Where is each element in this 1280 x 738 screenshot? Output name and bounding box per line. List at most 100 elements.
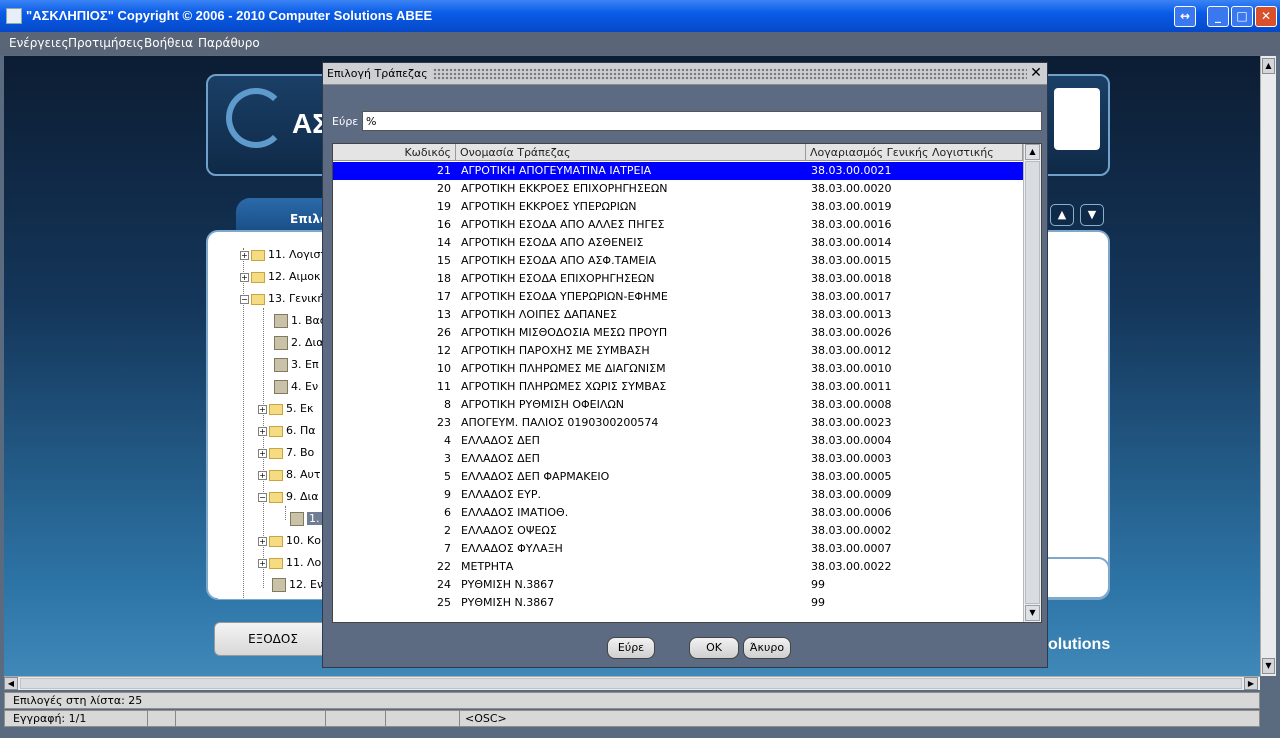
table-row[interactable]: 17 ΑΓΡΟΤΙΚΗ ΕΣΟΔΑ ΥΠΕΡΩΡΙΩΝ-ΕΦΗΜΕ 38.03.00… [333,288,1023,306]
column-header-name[interactable]: Ονομασία Τράπεζας [456,144,806,161]
table-row-selected[interactable]: 21 ΑΓΡΟΤΙΚΗ ΑΠΟΓΕΥΜΑΤΙΝΑ ΙΑΤΡΕΙΑ 38.03.00.… [333,162,1023,180]
cell-code: 23 [437,416,451,429]
status-list-count: Επιλογές στη λίστα: 25 [4,692,1260,709]
cancel-button[interactable]: Άκυρο [743,637,791,659]
close-button[interactable]: ✕ [1255,6,1277,27]
cell-bank-name: ΑΓΡΟΤΙΚΗ ΕΣΟΔΑ ΑΠΟ ΑΣΦ.ΤΑΜΕΙΑ [461,254,657,267]
scroll-thumb[interactable] [20,678,1242,689]
menu-actions[interactable]: Ενέργειες [9,36,69,50]
folder-icon [269,557,283,569]
scroll-up-icon[interactable]: ▲ [1025,144,1040,160]
logo-white-box [1054,88,1100,150]
table-row[interactable]: 12 ΑΓΡΟΤΙΚΗ ΠΑΡΟΧΗΣ ΜΕ ΣΥΜΒΑΣΗ 38.03.00.00… [333,342,1023,360]
list-scroll-thumb[interactable] [1025,161,1040,604]
exit-button[interactable]: ΕΞΟΔΟΣ [214,622,332,656]
ok-button[interactable]: OK [689,637,739,659]
cell-code: 22 [437,560,451,573]
expand-icon[interactable]: + [258,426,267,436]
table-row[interactable]: 5 ΕΛΛΑΔΟΣ ΔΕΠ ΦΑΡΜΑΚΕΙΟ 38.03.00.0005 [333,468,1023,486]
find-input[interactable] [362,111,1042,131]
minimize-button[interactable]: _ [1207,6,1229,27]
cell-code: 2 [444,524,451,537]
folder-open-icon [269,491,283,503]
scroll-up-icon[interactable]: ▲ [1262,58,1275,74]
menu-bar: Ενέργειες Προτιμήσεις Βοήθεια Παράθυρο [0,32,1280,55]
document-icon [274,380,288,394]
folder-icon [251,249,265,261]
dialog-title: Επιλογή Τράπεζας [327,67,428,80]
scroll-right-icon[interactable]: ▶ [1244,677,1258,690]
dialog-titlebar[interactable]: Επιλογή Τράπεζας ✕ [323,63,1047,85]
expand-icon[interactable]: + [258,536,267,546]
table-row[interactable]: 6 ΕΛΛΑΔΟΣ ΙΜΑΤΙΟΘ. 38.03.00.0006 [333,504,1023,522]
table-row[interactable]: 9 ΕΛΛΑΔΟΣ ΕΥΡ. 38.03.00.0009 [333,486,1023,504]
expand-icon[interactable]: + [240,272,249,282]
scroll-down-icon[interactable]: ▼ [1262,658,1275,674]
cell-bank-name: ΑΓΡΟΤΙΚΗ ΠΑΡΟΧΗΣ ΜΕ ΣΥΜΒΑΣΗ [461,344,650,357]
column-header-account[interactable]: Λογαριασμός Γενικής Λογιστικής [806,144,1023,161]
expand-icon[interactable]: + [240,250,249,260]
cell-bank-name: ΑΓΡΟΤΙΚΗ ΜΙΣΘΟΔΟΣΙΑ ΜΕΣΩ ΠΡΟΥΠ [461,326,668,339]
window-titlebar[interactable]: "ΑΣΚΛΗΠΙΟΣ" Copyright © 2006 - 2010 Comp… [0,0,1280,32]
table-row[interactable]: 22 ΜΕΤΡΗΤΑ 38.03.00.0022 [333,558,1023,576]
table-row[interactable]: 10 ΑΓΡΟΤΙΚΗ ΠΛΗΡΩΜΕΣ ΜΕ ΔΙΑΓΩΝΙΣΜ 38.03.00… [333,360,1023,378]
table-row[interactable]: 16 ΑΓΡΟΤΙΚΗ ΕΣΟΔΑ ΑΠΟ ΑΛΛΕΣ ΠΗΓΕΣ 38.03.00… [333,216,1023,234]
find-button[interactable]: Εύρε [607,637,655,659]
cell-code: 3 [444,452,451,465]
table-row[interactable]: 23 ΑΠΟΓΕΥΜ. ΠΑΛΙΟΣ 0190300200574 38.03.00.… [333,414,1023,432]
table-row[interactable]: 18 ΑΓΡΟΤΙΚΗ ΕΣΟΔΑ ΕΠΙΧΟΡΗΓΗΣΕΩΝ 38.03.00.0… [333,270,1023,288]
cell-code: 9 [444,488,451,501]
side-box [1044,557,1110,599]
expand-icon[interactable]: + [258,558,267,568]
cell-code: 25 [437,596,451,609]
cell-account: 38.03.00.0019 [811,200,892,213]
expand-icon[interactable]: + [258,404,267,414]
table-row[interactable]: 3 ΕΛΛΑΔΟΣ ΔΕΠ 38.03.00.0003 [333,450,1023,468]
folder-icon [251,271,265,283]
menu-window[interactable]: Παράθυρο [198,36,260,50]
table-row[interactable]: 14 ΑΓΡΟΤΙΚΗ ΕΣΟΔΑ ΑΠΟ ΑΣΘΕΝΕΙΣ 38.03.00.00… [333,234,1023,252]
restore-arrows-icon[interactable]: ↔ [1174,6,1196,27]
table-row[interactable]: 4 ΕΛΛΑΔΟΣ ΔΕΠ 38.03.00.0004 [333,432,1023,450]
nav-up-icon[interactable]: ▲ [1050,204,1074,226]
folder-icon [269,447,283,459]
expand-icon[interactable]: + [258,448,267,458]
table-row[interactable]: 7 ΕΛΛΑΔΟΣ ΦΥΛΑΞΗ 38.03.00.0007 [333,540,1023,558]
brand-logo: olutions [1048,636,1111,653]
menu-help[interactable]: Βοήθεια [144,36,193,50]
list-rows: 21 ΑΓΡΟΤΙΚΗ ΑΠΟΓΕΥΜΑΤΙΝΑ ΙΑΤΡΕΙΑ 38.03.00.… [333,162,1023,612]
cell-code: 7 [444,542,451,555]
document-icon [274,336,288,350]
table-row[interactable]: 13 ΑΓΡΟΤΙΚΗ ΛΟΙΠΕΣ ΔΑΠΑΝΕΣ 38.03.00.0013 [333,306,1023,324]
table-row[interactable]: 2 ΕΛΛΑΔΟΣ ΟΨΕΩΣ 38.03.00.0002 [333,522,1023,540]
cell-account: 38.03.00.0016 [811,218,892,231]
cell-bank-name: ΑΓΡΟΤΙΚΗ ΕΚΚΡΟΕΣ ΕΠΙΧΟΡΗΓΗΣΕΩΝ [461,182,668,195]
main-vertical-scrollbar[interactable]: ▲ ▼ [1260,56,1276,676]
cell-bank-name: ΑΠΟΓΕΥΜ. ΠΑΛΙΟΣ 0190300200574 [461,416,659,429]
table-row[interactable]: 15 ΑΓΡΟΤΙΚΗ ΕΣΟΔΑ ΑΠΟ ΑΣΦ.ΤΑΜΕΙΑ 38.03.00.… [333,252,1023,270]
main-horizontal-scrollbar[interactable]: ◀ ▶ [4,676,1260,690]
nav-down-icon[interactable]: ▼ [1080,204,1104,226]
find-label: Εύρε [332,115,359,128]
maximize-button[interactable]: □ [1231,6,1253,27]
collapse-icon[interactable]: − [258,492,267,502]
cell-account: 38.03.00.0009 [811,488,892,501]
table-row[interactable]: 26 ΑΓΡΟΤΙΚΗ ΜΙΣΘΟΔΟΣΙΑ ΜΕΣΩ ΠΡΟΥΠ 38.03.00… [333,324,1023,342]
dialog-close-icon[interactable]: ✕ [1027,65,1045,82]
list-scrollbar[interactable]: ▲ ▼ [1023,144,1041,622]
column-header-code[interactable]: Κωδικός [333,144,456,161]
table-row[interactable]: 24 ΡΥΘΜΙΣΗ Ν.3867 99 [333,576,1023,594]
expand-icon[interactable]: + [258,470,267,480]
table-row[interactable]: 20 ΑΓΡΟΤΙΚΗ ΕΚΚΡΟΕΣ ΕΠΙΧΟΡΗΓΗΣΕΩΝ 38.03.00… [333,180,1023,198]
cell-code: 21 [437,164,451,177]
collapse-icon[interactable]: − [240,294,249,304]
menu-preferences[interactable]: Προτιμήσεις [68,36,144,50]
cell-bank-name: ΑΓΡΟΤΙΚΗ ΑΠΟΓΕΥΜΑΤΙΝΑ ΙΑΤΡΕΙΑ [461,164,652,177]
scroll-down-icon[interactable]: ▼ [1025,605,1040,621]
table-row[interactable]: 19 ΑΓΡΟΤΙΚΗ ΕΚΚΡΟΕΣ ΥΠΕΡΩΡΙΩΝ 38.03.00.001… [333,198,1023,216]
scroll-left-icon[interactable]: ◀ [4,677,18,690]
table-row[interactable]: 25 ΡΥΘΜΙΣΗ Ν.3867 99 [333,594,1023,612]
table-row[interactable]: 11 ΑΓΡΟΤΙΚΗ ΠΛΗΡΩΜΕΣ ΧΩΡΙΣ ΣΥΜΒΑΣ 38.03.00… [333,378,1023,396]
table-row[interactable]: 8 ΑΓΡΟΤΙΚΗ ΡΥΘΜΙΣΗ ΟΦΕΙΛΩΝ 38.03.00.0008 [333,396,1023,414]
cell-code: 15 [437,254,451,267]
